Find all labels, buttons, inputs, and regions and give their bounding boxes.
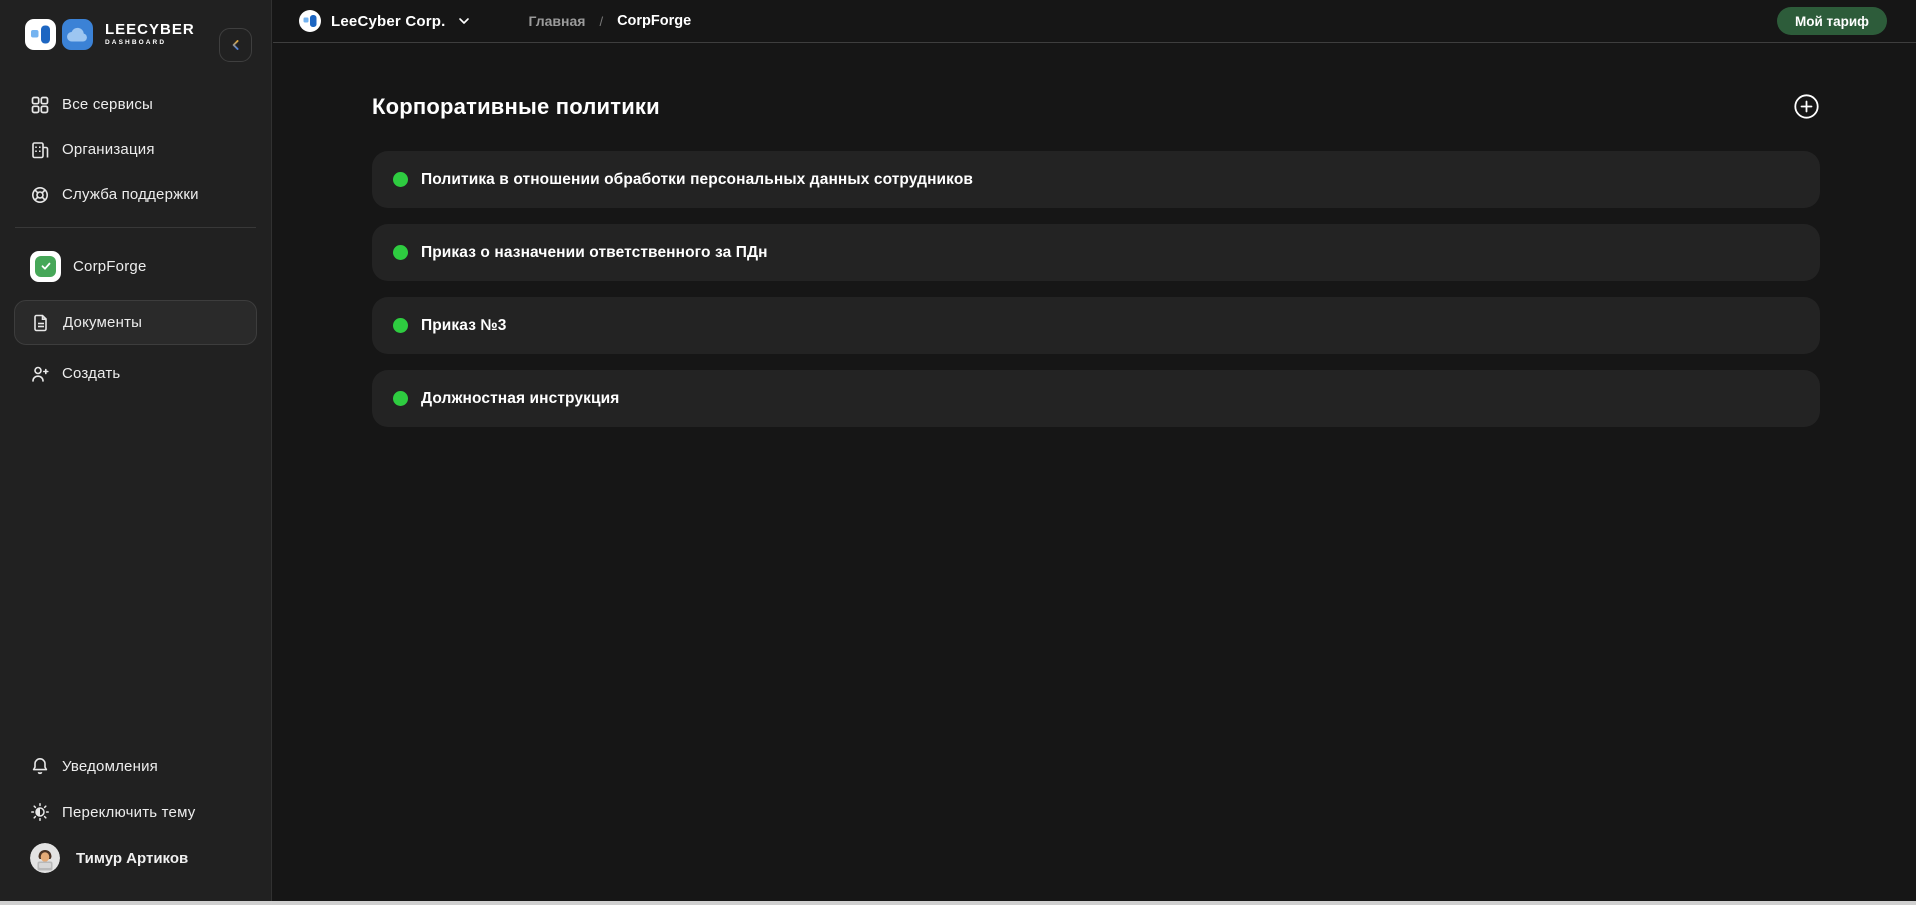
support-icon (30, 185, 50, 205)
chevron-down-icon (456, 13, 472, 29)
avatar (30, 843, 60, 873)
sidebar-footer: Уведомления Переключить тему (0, 743, 271, 881)
my-tariff-button[interactable]: Мой тариф (1777, 7, 1887, 35)
organization-icon (30, 140, 50, 160)
document-row[interactable]: Должностная инструкция (372, 370, 1820, 427)
sidebar-item-label: Документы (63, 314, 142, 331)
app-logo: LEECYBER DASHBOARD (25, 19, 195, 50)
add-document-button[interactable] (1793, 93, 1820, 120)
title-row: Корпоративные политики (372, 93, 1820, 120)
sidebar-nav: Все сервисы Организация (0, 82, 271, 396)
sidebar-item-organization[interactable]: Организация (0, 127, 271, 172)
sidebar-item-label: Служба поддержки (62, 186, 199, 203)
document-label: Приказ о назначении ответственного за ПД… (421, 244, 768, 262)
sidebar-user[interactable]: Тимур Артиков (0, 835, 271, 881)
status-dot-green (393, 318, 408, 333)
theme-icon (30, 802, 50, 822)
status-dot-green (393, 391, 408, 406)
cloud-logo-icon (62, 19, 93, 50)
brand-name: LEECYBER (105, 22, 195, 37)
status-dot-green (393, 245, 408, 260)
document-row[interactable]: Приказ №3 (372, 297, 1820, 354)
sidebar-item-label: CorpForge (73, 258, 147, 275)
sidebar-item-label: Организация (62, 141, 155, 158)
active-item-pill: Документы (14, 300, 257, 345)
sidebar-item-create[interactable]: Создать (0, 351, 271, 396)
document-label: Политика в отношении обработки персональ… (421, 171, 973, 189)
brand-wordmark: LEECYBER DASHBOARD (105, 22, 195, 47)
page-title: Корпоративные политики (372, 94, 660, 120)
breadcrumb-home[interactable]: Главная (529, 13, 586, 29)
sidebar-item-toggle-theme[interactable]: Переключить тему (0, 789, 271, 835)
grid-icon (30, 95, 50, 115)
org-logo-icon (299, 10, 321, 32)
dashboard-logo-icon (25, 19, 56, 50)
sidebar: LEECYBER DASHBOARD (0, 0, 272, 905)
document-label: Приказ №3 (421, 317, 507, 335)
person-plus-icon (30, 364, 50, 384)
sidebar-item-corpforge[interactable]: CorpForge (0, 238, 271, 294)
document-row[interactable]: Политика в отношении обработки персональ… (372, 151, 1820, 208)
sidebar-item-label: Переключить тему (62, 804, 195, 821)
user-name: Тимур Артиков (76, 850, 188, 867)
topbar: LeeCyber Corp. Главная / CorpForge Мой т… (273, 0, 1916, 43)
plus-circle-icon (1793, 93, 1820, 120)
sidebar-item-label: Создать (62, 365, 120, 382)
org-switcher[interactable]: LeeCyber Corp. (299, 10, 472, 32)
horizontal-scrollbar[interactable] (0, 901, 1916, 905)
brand-subtitle: DASHBOARD (105, 40, 195, 47)
sidebar-item-documents[interactable]: Документы (14, 300, 257, 345)
sidebar-item-support[interactable]: Служба поддержки (0, 172, 271, 217)
corpforge-icon (30, 251, 61, 282)
document-label: Должностная инструкция (421, 390, 619, 408)
sidebar-item-label: Все сервисы (62, 96, 153, 113)
org-name: LeeCyber Corp. (331, 13, 446, 30)
sidebar-divider (15, 227, 256, 228)
breadcrumb: Главная / CorpForge (529, 13, 692, 29)
sidebar-item-all-services[interactable]: Все сервисы (0, 82, 271, 127)
sidebar-collapse-button[interactable] (219, 28, 252, 62)
document-row[interactable]: Приказ о назначении ответственного за ПД… (372, 224, 1820, 281)
document-icon (31, 313, 51, 333)
chevron-left-icon (228, 37, 244, 53)
bell-icon (30, 756, 50, 776)
main-content: Корпоративные политики Политика в отноше… (273, 44, 1916, 905)
status-dot-green (393, 172, 408, 187)
document-list: Политика в отношении обработки персональ… (372, 151, 1820, 427)
breadcrumb-separator: / (599, 14, 603, 29)
sidebar-item-label: Уведомления (62, 758, 158, 775)
breadcrumb-current: CorpForge (617, 13, 691, 29)
sidebar-item-notifications[interactable]: Уведомления (0, 743, 271, 789)
